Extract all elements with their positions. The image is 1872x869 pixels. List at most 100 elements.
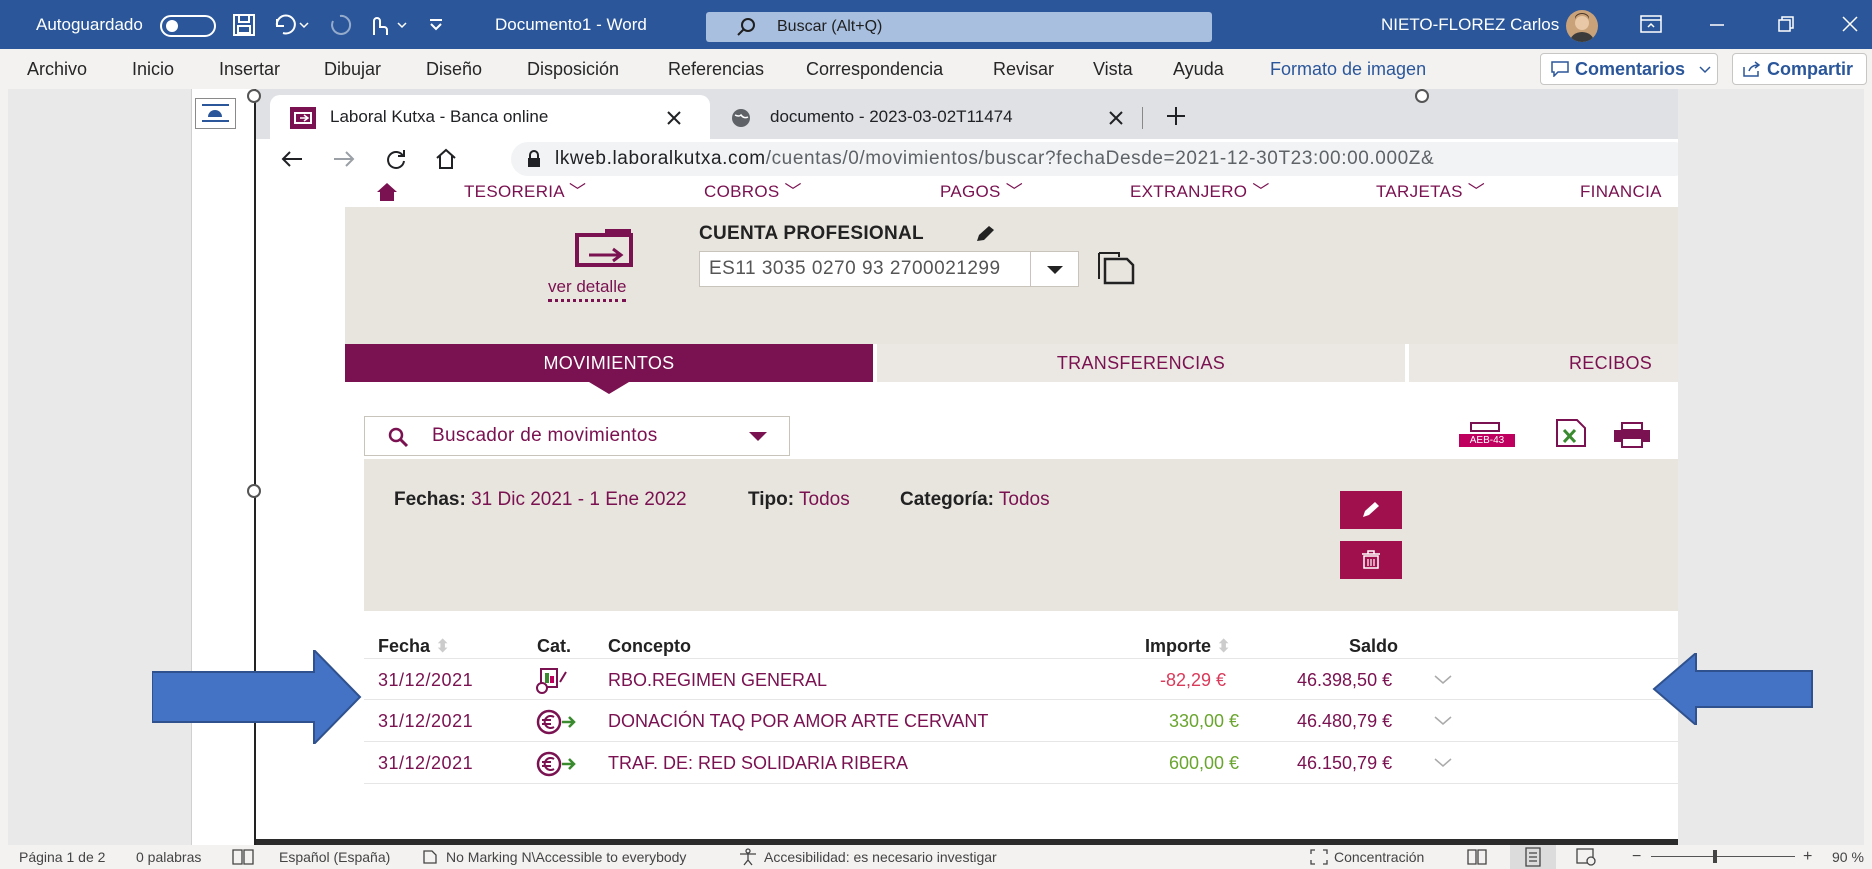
resize-handle[interactable] — [247, 484, 261, 498]
autosave-toggle[interactable] — [160, 15, 216, 37]
print-icon[interactable] — [1613, 422, 1651, 448]
tab-movimientos[interactable]: MOVIMIENTOS — [345, 344, 873, 394]
nav-cobros[interactable]: COBROS ﹀ — [704, 179, 802, 205]
edit-filter-button[interactable] — [1340, 491, 1402, 529]
zoom-in-button[interactable]: + — [1803, 845, 1812, 869]
browser-tab-document[interactable]: documento - 2023-03-02T11474 — [730, 95, 1123, 139]
new-tab-icon[interactable] — [1165, 105, 1187, 127]
embedded-screenshot[interactable]: Laboral Kutxa - Banca online documento -… — [254, 89, 1678, 845]
zoom-slider-thumb[interactable] — [1713, 850, 1717, 863]
delete-filter-button[interactable] — [1340, 541, 1402, 579]
home-icon[interactable] — [376, 182, 398, 202]
chevron-down-icon[interactable] — [1434, 758, 1452, 768]
chevron-down-icon[interactable] — [1434, 675, 1452, 685]
chevron-down-icon[interactable] — [1434, 716, 1452, 726]
annotation-arrow-left[interactable] — [1652, 653, 1814, 725]
menu-referencias[interactable]: Referencias — [668, 49, 764, 89]
page-count[interactable]: Página 1 de 2 — [19, 845, 105, 869]
resize-handle[interactable] — [1415, 89, 1429, 103]
reload-icon[interactable] — [384, 148, 408, 170]
table-row[interactable]: 31/12/2021 RBO.REGIMEN GENERAL -82,29 € … — [364, 658, 1678, 700]
menu-vista[interactable]: Vista — [1093, 49, 1133, 89]
save-icon[interactable] — [232, 13, 256, 37]
nav-tesoreria[interactable]: TESORERIA ﹀ — [464, 179, 586, 205]
menu-revisar[interactable]: Revisar — [993, 49, 1054, 89]
row-importe: -82,29 € — [1160, 670, 1227, 690]
url-field[interactable]: lkweb.laboralkutxa.com/cuentas/0/movimie… — [511, 142, 1678, 176]
aeb43-export-icon[interactable]: AEB-43 — [1459, 421, 1515, 447]
caret-down-icon — [749, 432, 767, 442]
share-label: Compartir — [1767, 59, 1854, 79]
menu-diseno[interactable]: Diseño — [426, 49, 482, 89]
sensitivity-label[interactable]: No Marking N\Accessible to everybody — [446, 845, 686, 869]
search-placeholder: Buscar (Alt+Q) — [777, 18, 883, 35]
zoom-slider[interactable] — [1651, 856, 1795, 857]
nav-tarjetas[interactable]: TARJETAS ﹀ — [1376, 179, 1485, 205]
zoom-level[interactable]: 90 % — [1832, 845, 1864, 869]
ribbon-display-icon[interactable] — [1640, 14, 1662, 34]
focus-mode[interactable]: Concentración — [1334, 845, 1424, 869]
share-button[interactable]: Compartir — [1732, 53, 1867, 85]
word-count[interactable]: 0 palabras — [136, 845, 201, 869]
nav-tarjetas-label: TARJETAS — [1376, 182, 1463, 201]
comments-button[interactable]: Comentarios — [1540, 53, 1718, 85]
forward-icon[interactable] — [332, 149, 356, 169]
avatar[interactable] — [1566, 10, 1598, 42]
col-fecha[interactable]: Fecha ⬍ — [378, 636, 450, 657]
menu-insertar[interactable]: Insertar — [219, 49, 280, 89]
close-tab-icon[interactable] — [666, 110, 682, 126]
menu-dibujar[interactable]: Dibujar — [324, 49, 381, 89]
menu-disposicion[interactable]: Disposición — [527, 49, 619, 89]
copy-icon[interactable] — [1095, 251, 1137, 285]
nav-cobros-label: COBROS — [704, 182, 780, 201]
read-mode-icon[interactable] — [1467, 848, 1487, 866]
menu-inicio[interactable]: Inicio — [132, 49, 174, 89]
pencil-icon[interactable] — [975, 225, 995, 243]
account-select-arrow[interactable] — [1030, 252, 1078, 286]
account-title: CUENTA PROFESIONAL — [699, 223, 924, 244]
restore-icon[interactable] — [1776, 14, 1796, 34]
touch-mode-icon[interactable] — [366, 13, 410, 37]
redo-icon[interactable] — [328, 13, 352, 37]
menu-ayuda[interactable]: Ayuda — [1173, 49, 1224, 89]
word-search-box[interactable]: Buscar (Alt+Q) — [706, 12, 1212, 42]
browser-tab-bank[interactable]: Laboral Kutxa - Banca online — [270, 95, 710, 139]
undo-icon[interactable] — [273, 13, 309, 37]
back-icon[interactable] — [280, 149, 304, 169]
proofing-icon[interactable] — [232, 849, 254, 865]
customize-toolbar-icon[interactable] — [428, 14, 444, 34]
resize-handle[interactable] — [247, 89, 261, 103]
tab-recibos-label: RECIBOS — [1569, 353, 1653, 373]
web-layout-icon[interactable] — [1576, 848, 1596, 866]
nav-pagos-label: PAGOS — [940, 182, 1001, 201]
minimize-icon[interactable] — [1707, 14, 1727, 34]
search-icon — [387, 426, 409, 448]
zoom-out-button[interactable]: − — [1632, 845, 1641, 869]
nav-pagos[interactable]: PAGOS ﹀ — [940, 179, 1023, 205]
accessibility-status[interactable]: Accesibilidad: es necesario investigar — [764, 845, 997, 869]
print-layout-icon[interactable] — [1510, 845, 1556, 869]
layout-options-icon[interactable] — [195, 98, 236, 129]
table-row[interactable]: 31/12/2021 DONACIÓN TAQ POR AMOR ARTE CE… — [364, 700, 1678, 742]
nav-extranjero[interactable]: EXTRANJERO ﹀ — [1130, 179, 1270, 205]
excel-export-icon[interactable] — [1555, 418, 1587, 448]
url-domain: lkweb.laboralkutxa.com — [555, 148, 766, 169]
home-icon[interactable] — [434, 148, 458, 170]
tab-recibos[interactable]: RECIBOS — [1409, 344, 1678, 382]
transfer-account-icon[interactable] — [569, 227, 641, 269]
ver-detalle-link[interactable]: ver detalle — [548, 277, 627, 302]
close-icon[interactable] — [1840, 14, 1860, 34]
account-select[interactable]: ES11 3035 0270 93 2700021299 — [699, 251, 1079, 287]
menu-correspondencia[interactable]: Correspondencia — [806, 49, 943, 89]
col-importe[interactable]: Importe ⬍ — [1145, 636, 1231, 657]
menu-formato-imagen[interactable]: Formato de imagen — [1270, 49, 1426, 89]
language[interactable]: Español (España) — [279, 845, 390, 869]
menu-archivo[interactable]: Archivo — [27, 49, 87, 89]
table-row[interactable]: 31/12/2021 TRAF. DE: RED SOLIDARIA RIBER… — [364, 742, 1678, 784]
close-tab-icon[interactable] — [1108, 110, 1124, 126]
movements-search-toggle[interactable]: Buscador de movimientos — [364, 416, 790, 456]
nav-financia[interactable]: FINANCIA — [1580, 179, 1662, 205]
annotation-arrow-right[interactable] — [152, 650, 362, 744]
tab-transferencias[interactable]: TRANSFERENCIAS — [877, 344, 1405, 382]
user-name[interactable]: NIETO-FLOREZ Carlos — [1381, 0, 1559, 49]
